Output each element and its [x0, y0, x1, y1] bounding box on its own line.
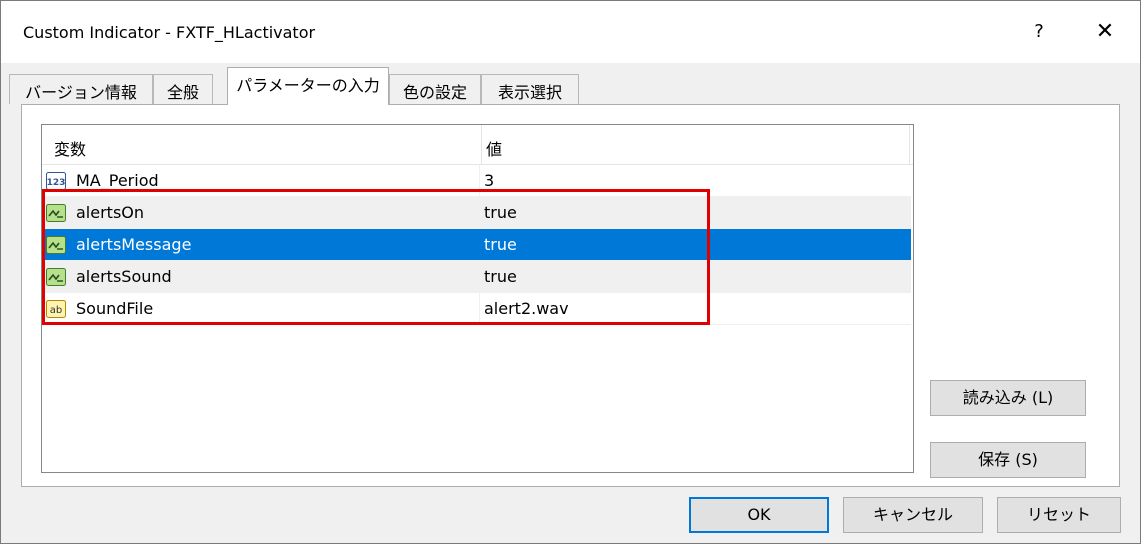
- tab-colors[interactable]: 色の設定: [389, 74, 481, 104]
- row-divider: [479, 261, 480, 293]
- row-name: alertsMessage: [76, 235, 192, 254]
- close-icon: ✕: [1095, 19, 1115, 44]
- column-header-variable[interactable]: 変数: [54, 136, 86, 160]
- svg-text:123: 123: [47, 178, 66, 188]
- tab-panel-parameters: 変数 値 123 MA_Period 3 alertsOn true alert…: [21, 104, 1120, 487]
- row-value[interactable]: true: [484, 267, 517, 286]
- reset-button[interactable]: リセット: [997, 497, 1121, 533]
- close-button[interactable]: ✕: [1087, 15, 1123, 49]
- parameters-grid[interactable]: 変数 値 123 MA_Period 3 alertsOn true alert…: [41, 124, 914, 473]
- load-button[interactable]: 読み込み (L): [930, 380, 1086, 416]
- boolean-icon: [46, 204, 66, 222]
- tab-general[interactable]: 全般: [153, 74, 213, 104]
- save-button[interactable]: 保存 (S): [930, 442, 1086, 478]
- row-value[interactable]: true: [484, 203, 517, 222]
- grid-row-alerts-message[interactable]: alertsMessage true: [42, 229, 911, 261]
- row-name: alertsOn: [76, 203, 145, 222]
- integer-icon: 123: [46, 172, 66, 190]
- help-button[interactable]: ?: [1024, 15, 1054, 49]
- dialog-window: Custom Indicator - FXTF_HLactivator ? ✕ …: [0, 0, 1141, 544]
- svg-text:ab: ab: [50, 305, 62, 316]
- grid-row-alerts-on[interactable]: alertsOn true: [42, 197, 911, 229]
- grid-row-ma-period[interactable]: 123 MA_Period 3: [42, 165, 911, 197]
- column-header-value[interactable]: 値: [486, 136, 502, 160]
- title-bar: Custom Indicator - FXTF_HLactivator ? ✕: [1, 1, 1140, 63]
- row-divider: [479, 293, 480, 325]
- tab-parameters[interactable]: パラメーターの入力: [227, 67, 389, 105]
- cancel-button[interactable]: キャンセル: [843, 497, 983, 533]
- window-title: Custom Indicator - FXTF_HLactivator: [23, 23, 316, 42]
- column-divider[interactable]: [481, 125, 482, 164]
- row-divider: [479, 197, 480, 229]
- row-name: MA_Period: [76, 171, 159, 190]
- row-value[interactable]: true: [484, 235, 517, 254]
- row-value[interactable]: alert2.wav: [484, 299, 569, 318]
- boolean-icon: [46, 268, 66, 286]
- tab-version-info[interactable]: バージョン情報: [9, 74, 153, 104]
- boolean-icon: [46, 236, 66, 254]
- row-name: SoundFile: [76, 299, 154, 318]
- grid-row-alerts-sound[interactable]: alertsSound true: [42, 261, 911, 293]
- row-value[interactable]: 3: [484, 171, 494, 190]
- column-divider-end: [909, 125, 910, 164]
- row-divider: [479, 165, 480, 197]
- ok-button[interactable]: OK: [689, 497, 829, 533]
- string-icon: ab: [46, 300, 66, 318]
- row-name: alertsSound: [76, 267, 172, 286]
- grid-row-sound-file[interactable]: ab SoundFile alert2.wav: [42, 293, 911, 325]
- tab-visualization[interactable]: 表示選択: [481, 74, 579, 104]
- grid-header: 変数 値: [42, 125, 913, 165]
- tab-strip: バージョン情報 全般 パラメーターの入力 色の設定 表示選択: [1, 63, 1140, 105]
